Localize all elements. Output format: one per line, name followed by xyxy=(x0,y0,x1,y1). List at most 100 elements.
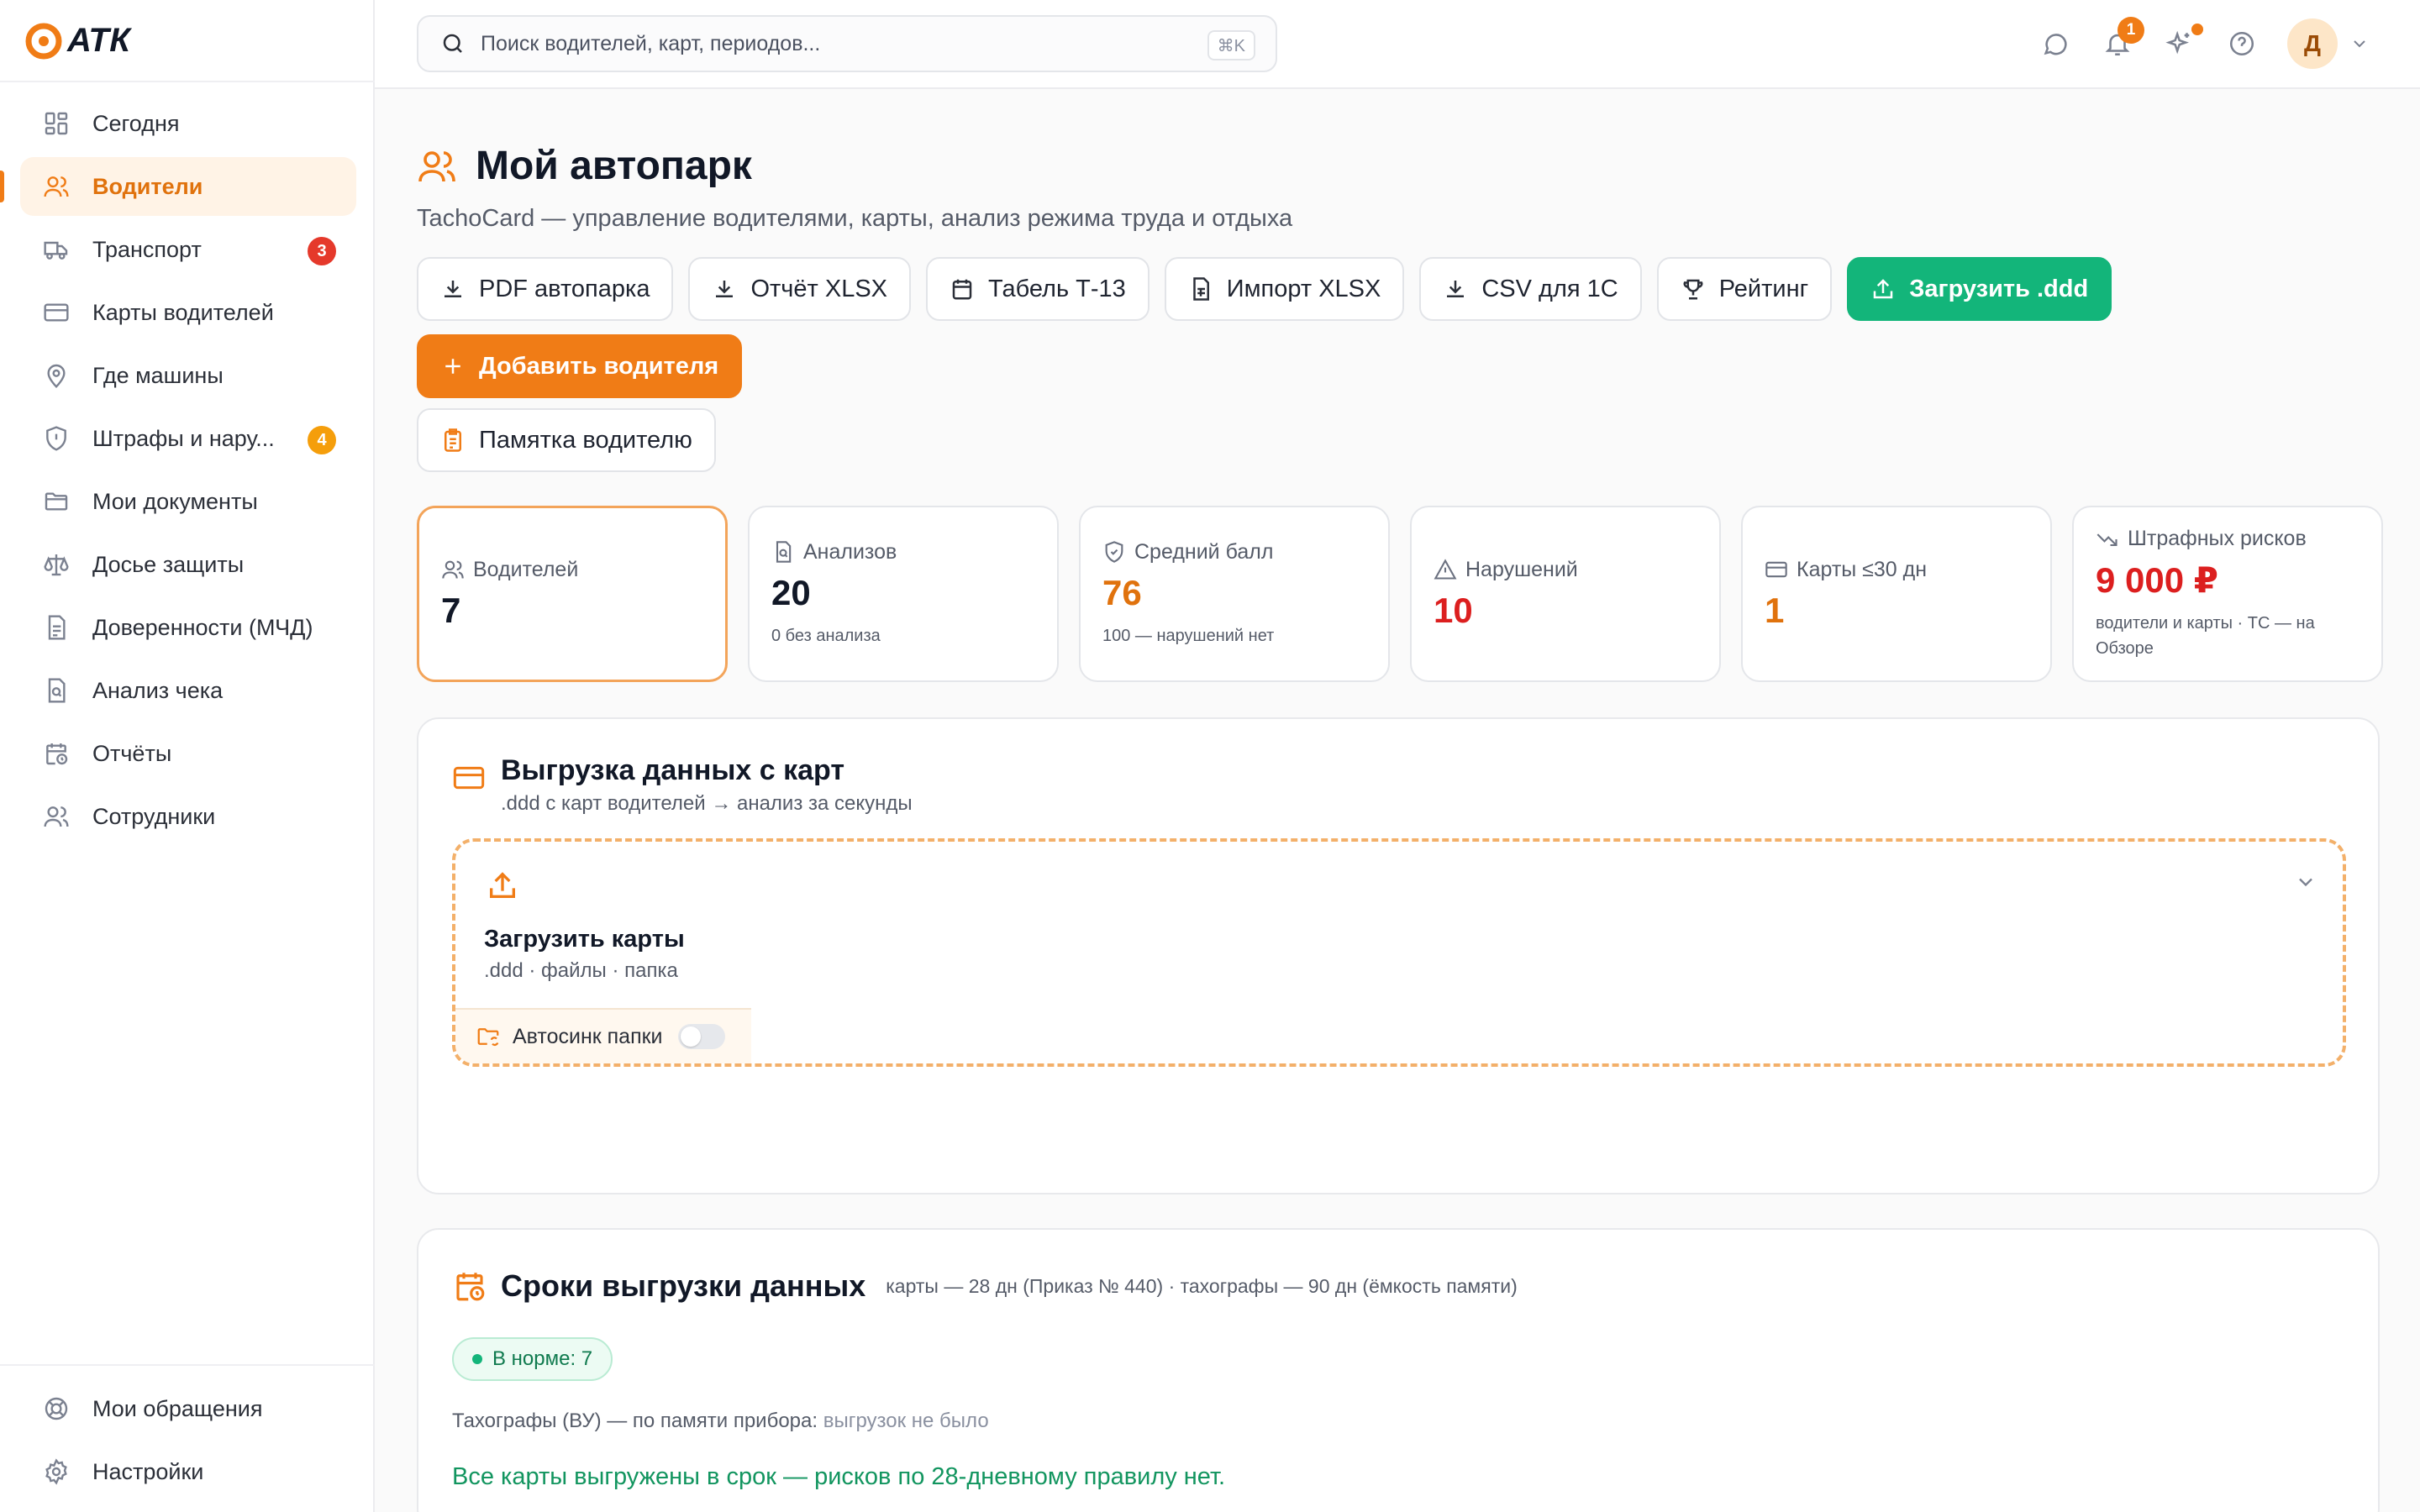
sidebar-item-label: Транспорт xyxy=(92,236,202,262)
autosync-toggle[interactable] xyxy=(677,1024,725,1049)
sidebar-item-defense-dossier[interactable]: Досье защиты xyxy=(20,535,356,594)
card-upload-panel: Выгрузка данных с карт .ddd с карт водит… xyxy=(417,717,2380,1194)
button-label: CSV для 1С xyxy=(1481,275,1618,302)
sidebar-item-today[interactable]: Сегодня xyxy=(20,94,356,153)
sidebar-item-settings[interactable]: Настройки xyxy=(20,1442,356,1501)
trend-down-icon xyxy=(2096,528,2119,551)
truck-icon xyxy=(40,234,72,265)
kpi-card-violations[interactable]: Нарушений 10 xyxy=(1410,506,1721,682)
trophy-icon xyxy=(1681,276,1706,302)
card-icon xyxy=(40,297,72,328)
kpi-card-cards-expiring[interactable]: Карты ≤30 дн 1 xyxy=(1741,506,2052,682)
sidebar-item-employees[interactable]: Сотрудники xyxy=(20,787,356,846)
document-search-icon xyxy=(771,540,795,564)
sparkles-icon[interactable] xyxy=(2163,18,2203,69)
clipboard-icon xyxy=(440,428,466,453)
download-icon xyxy=(712,276,737,302)
autosync-label: Автосинк папки xyxy=(513,1024,663,1048)
timesheet-button[interactable]: Табель Т-13 xyxy=(926,257,1150,321)
panel-subtitle: .ddd с карт водителей → анализ за секунд… xyxy=(501,792,913,815)
dropzone-subtitle: .ddd · файлы · папка xyxy=(484,959,678,982)
notification-count-badge: 1 xyxy=(2118,17,2144,44)
sidebar-item-label: Мои обращения xyxy=(92,1395,263,1421)
top-actions: 1 Д xyxy=(2039,17,2370,69)
upload-ddd-button[interactable]: Загрузить .ddd xyxy=(1847,257,2112,321)
sidebar-item-my-requests[interactable]: Мои обращения xyxy=(20,1379,356,1438)
help-icon[interactable] xyxy=(2225,18,2259,69)
rating-button[interactable]: Рейтинг xyxy=(1656,257,1833,321)
chat-icon[interactable] xyxy=(2039,18,2072,69)
sidebar-divider xyxy=(0,81,375,82)
map-pin-icon xyxy=(40,360,72,391)
bell-icon[interactable]: 1 xyxy=(2101,17,2144,69)
shield-check-icon xyxy=(1102,540,1126,564)
kpi-card-average-score[interactable]: Средний балл 76 100 — нарушений нет xyxy=(1079,506,1390,682)
dashboard-icon xyxy=(40,108,72,139)
kpi-value: 20 xyxy=(771,572,811,612)
sidebar-item-driver-cards[interactable]: Карты водителей xyxy=(20,283,356,342)
sidebar-item-power-of-attorney[interactable]: Доверенности (МЧД) xyxy=(20,598,356,657)
page-header: Мой автопарк xyxy=(417,143,752,189)
card-icon xyxy=(452,761,486,795)
page-title: Мой автопарк xyxy=(476,144,752,188)
new-feature-dot xyxy=(2191,24,2203,35)
kpi-label: Водителей xyxy=(441,558,703,582)
sidebar-item-documents[interactable]: Мои документы xyxy=(20,472,356,531)
kpi-label-text: Карты ≤30 дн xyxy=(1797,557,1928,581)
scales-icon xyxy=(40,549,72,580)
xlsx-report-button[interactable]: Отчёт XLSX xyxy=(688,257,912,321)
avatar: Д xyxy=(2287,18,2338,69)
tachograph-status-label: Тахографы (ВУ) — по памяти прибора: xyxy=(452,1410,818,1432)
kpi-card-fine-risks[interactable]: Штрафных рисков 9 000 ₽ водители и карты… xyxy=(2072,506,2383,682)
sidebar: АТК Сегодня Водители Транспорт 3 Карты в… xyxy=(0,0,375,1512)
warning-icon xyxy=(1434,558,1457,581)
kpi-card-analyses[interactable]: Анализов 20 0 без анализа xyxy=(748,506,1059,682)
sidebar-item-label: Досье защиты xyxy=(92,551,245,577)
gear-icon xyxy=(40,1456,72,1488)
search-shortcut-hint: ⌘K xyxy=(1207,30,1255,60)
panel-header: Выгрузка данных с карт .ddd с карт водит… xyxy=(452,754,913,816)
csv-1c-button[interactable]: CSV для 1С xyxy=(1419,257,1642,321)
calendar-clock-icon xyxy=(40,738,72,769)
kpi-note: 100 — нарушений нет xyxy=(1102,626,1275,645)
search-input[interactable] xyxy=(481,31,1170,56)
sidebar-item-vehicle-map[interactable]: Где машины xyxy=(20,346,356,405)
driver-memo-button[interactable]: Памятка водителю xyxy=(417,408,716,472)
kpi-label-text: Штрафных рисков xyxy=(2128,527,2307,550)
kpi-note: водители и карты · ТС — на Обзоре xyxy=(2096,614,2315,658)
kpi-label-text: Анализов xyxy=(803,539,897,564)
sidebar-item-label: Сотрудники xyxy=(92,803,216,829)
sidebar-divider xyxy=(0,1364,375,1366)
kpi-card-drivers[interactable]: Водителей 7 xyxy=(417,506,728,682)
brand-logo[interactable]: АТК xyxy=(25,22,130,60)
user-menu[interactable]: Д xyxy=(2287,18,2370,69)
logo-text: АТК xyxy=(67,22,131,59)
receipt-search-icon xyxy=(40,675,72,706)
sidebar-item-drivers[interactable]: Водители xyxy=(0,157,356,216)
panel-subtitle: карты — 28 дн (Приказ № 440) · тахографы… xyxy=(886,1274,1518,1297)
chevron-down-icon[interactable] xyxy=(2294,870,2317,894)
sidebar-item-fines[interactable]: Штрафы и нару... 4 xyxy=(20,409,356,468)
folder-icon xyxy=(40,486,72,517)
kpi-label: Карты ≤30 дн xyxy=(1765,558,2028,582)
kpi-label: Средний балл xyxy=(1102,540,1366,564)
sidebar-item-reports[interactable]: Отчёты xyxy=(20,724,356,783)
calendar-icon xyxy=(950,276,975,302)
add-driver-button[interactable]: Добавить водителя xyxy=(417,334,743,398)
search-box[interactable]: ⌘K xyxy=(417,15,1277,72)
sidebar-item-transport[interactable]: Транспорт 3 xyxy=(20,220,356,279)
pdf-export-button[interactable]: PDF автопарка xyxy=(417,257,674,321)
kpi-value: 9 000 ₽ xyxy=(2096,560,2218,600)
status-badge[interactable]: В норме: 7 xyxy=(452,1337,613,1381)
fines-badge: 4 xyxy=(308,426,336,454)
kpi-value: 76 xyxy=(1102,572,1142,612)
kpi-label-text: Водителей xyxy=(473,557,579,581)
dropzone-title: Загрузить карты xyxy=(484,926,685,953)
sidebar-item-label: Настройки xyxy=(92,1458,204,1484)
import-xlsx-button[interactable]: Импорт XLSX xyxy=(1164,257,1405,321)
sidebar-item-receipt-analysis[interactable]: Анализ чека xyxy=(20,661,356,720)
button-label: Добавить водителя xyxy=(479,352,719,380)
lifebuoy-icon xyxy=(40,1393,72,1425)
folder-sync-icon xyxy=(476,1024,501,1049)
file-dropzone[interactable]: Загрузить карты .ddd · файлы · папка Авт… xyxy=(452,838,2346,1067)
